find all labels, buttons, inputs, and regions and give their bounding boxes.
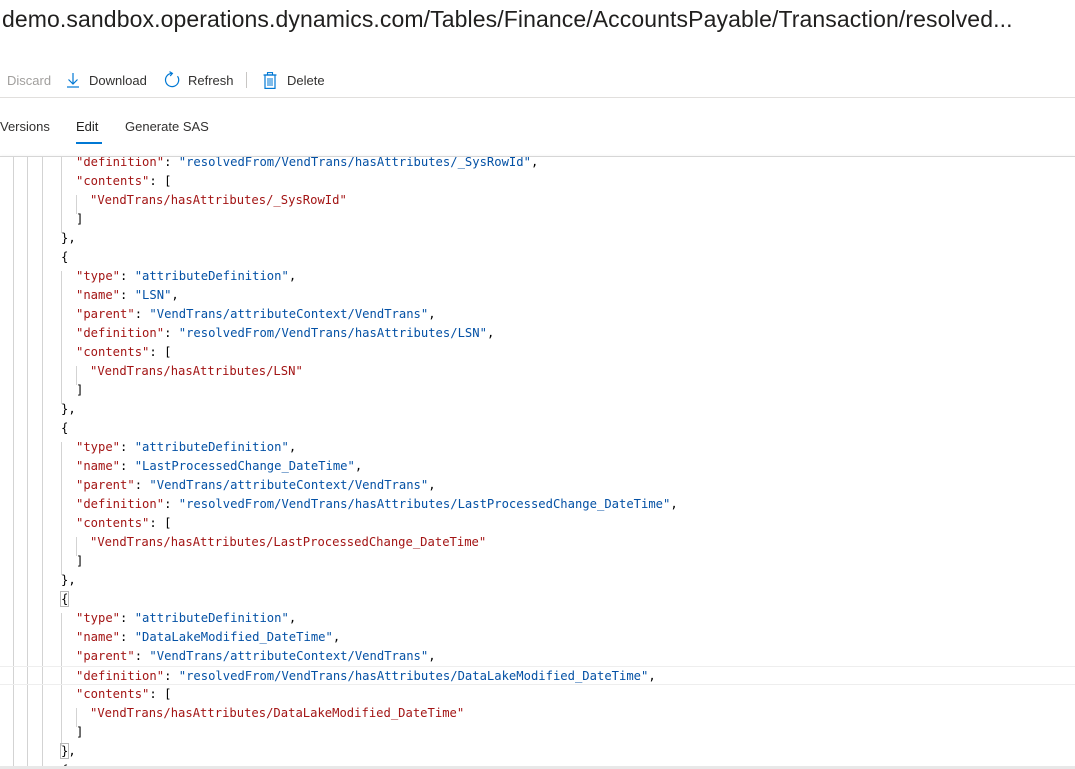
code-line[interactable]: "type": "attributeDefinition",: [0, 438, 1075, 457]
code-line[interactable]: "contents": [: [0, 514, 1075, 533]
code-line[interactable]: "name": "LSN",: [0, 286, 1075, 305]
refresh-label: Refresh: [188, 72, 234, 88]
code-line[interactable]: "name": "LastProcessedChange_DateTime",: [0, 457, 1075, 476]
code-line[interactable]: ]: [0, 723, 1075, 742]
code-line[interactable]: },: [0, 229, 1075, 248]
discard-label: Discard: [7, 72, 52, 88]
page-title: demo.sandbox.operations.dynamics.com/Tab…: [2, 6, 1013, 32]
code-line[interactable]: ]: [0, 381, 1075, 400]
code-line[interactable]: ]: [0, 552, 1075, 571]
code-line[interactable]: "definition": "resolvedFrom/VendTrans/ha…: [0, 495, 1075, 514]
title-bar: demo.sandbox.operations.dynamics.com/Tab…: [0, 0, 1075, 50]
code-line[interactable]: {: [0, 590, 1075, 609]
code-line[interactable]: },: [0, 400, 1075, 419]
code-line[interactable]: "VendTrans/hasAttributes/LastProcessedCh…: [0, 533, 1075, 552]
code-line[interactable]: "name": "DataLakeModified_DateTime",: [0, 628, 1075, 647]
code-line[interactable]: "definition": "resolvedFrom/VendTrans/ha…: [0, 666, 1075, 685]
download-label: Download: [89, 72, 147, 88]
code-line[interactable]: "VendTrans/hasAttributes/_SysRowId": [0, 191, 1075, 210]
code-line[interactable]: },: [0, 742, 1075, 761]
tab-versions[interactable]: Versions: [0, 112, 50, 142]
code-line[interactable]: "contents": [: [0, 172, 1075, 191]
command-bar: Discard Download Refresh Delete: [0, 64, 1075, 96]
download-icon: [66, 72, 80, 88]
tab-versions-label: Versions: [0, 119, 50, 134]
toolbar-divider: [0, 97, 1075, 98]
delete-label: Delete: [287, 72, 325, 88]
tab-bar: Versions Edit Generate SAS: [0, 112, 1075, 146]
code-line[interactable]: "definition": "resolvedFrom/VendTrans/ha…: [0, 324, 1075, 343]
code-line[interactable]: },: [0, 571, 1075, 590]
code-line[interactable]: "type": "attributeDefinition",: [0, 609, 1075, 628]
code-line[interactable]: "contents": [: [0, 685, 1075, 704]
code-line[interactable]: "parent": "VendTrans/attributeContext/Ve…: [0, 647, 1075, 666]
refresh-icon: [163, 71, 181, 89]
tab-generate-sas-label: Generate SAS: [125, 119, 209, 134]
trash-icon: [263, 71, 277, 89]
code-line[interactable]: "contents": [: [0, 343, 1075, 362]
tab-generate-sas[interactable]: Generate SAS: [125, 112, 209, 142]
code-line[interactable]: "VendTrans/hasAttributes/DataLakeModifie…: [0, 704, 1075, 723]
code-line[interactable]: "parent": "VendTrans/attributeContext/Ve…: [0, 476, 1075, 495]
code-line[interactable]: {: [0, 248, 1075, 267]
toolbar-separator: [246, 72, 247, 88]
code-line[interactable]: "parent": "VendTrans/attributeContext/Ve…: [0, 305, 1075, 324]
code-editor[interactable]: "definition": "resolvedFrom/VendTrans/ha…: [0, 157, 1075, 769]
code-line[interactable]: "VendTrans/hasAttributes/LSN": [0, 362, 1075, 381]
code-line[interactable]: ]: [0, 210, 1075, 229]
code-line[interactable]: "type": "attributeDefinition",: [0, 267, 1075, 286]
tab-edit-label: Edit: [76, 119, 99, 134]
tab-edit[interactable]: Edit: [76, 112, 98, 142]
download-button[interactable]: Download: [66, 64, 147, 96]
code-line[interactable]: {: [0, 419, 1075, 438]
discard-button[interactable]: Discard: [7, 64, 51, 96]
code-line[interactable]: "definition": "resolvedFrom/VendTrans/ha…: [0, 157, 1075, 172]
refresh-button[interactable]: Refresh: [163, 64, 234, 96]
active-tab-indicator: [76, 142, 102, 144]
delete-button[interactable]: Delete: [263, 64, 325, 96]
